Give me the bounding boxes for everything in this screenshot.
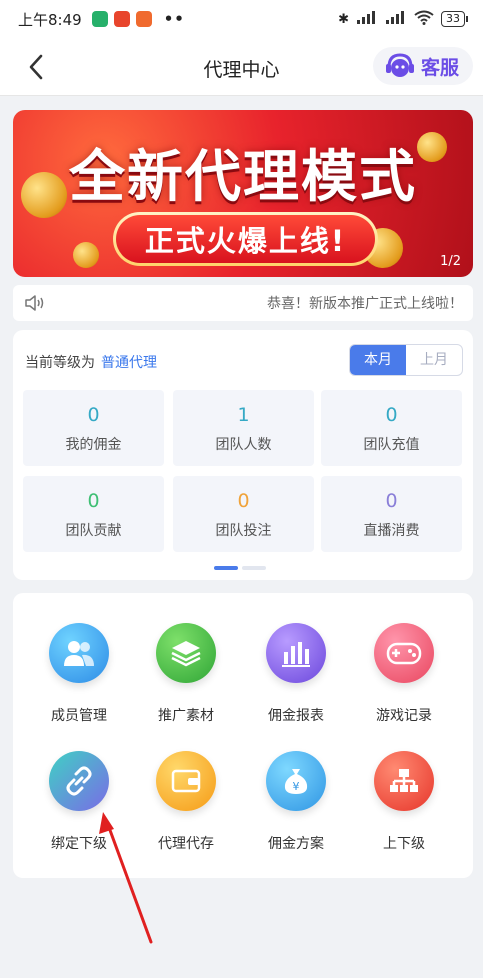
pager-dot <box>242 566 266 570</box>
message-app-icon <box>113 11 130 27</box>
shop-app-icon <box>135 11 152 27</box>
svg-text:¥: ¥ <box>293 780 300 793</box>
menu-label: 绑定下级 <box>51 836 107 852</box>
stats-card: 当前等级为 普通代理 本月 上月 0 我的佣金 1 团队人数 0 团队充值 0 团… <box>13 330 473 580</box>
menu-promo-materials[interactable]: 推广素材 <box>126 623 246 725</box>
period-toggle: 本月 上月 <box>349 344 463 376</box>
menu-agent-deposit[interactable]: 代理代存 <box>126 751 246 853</box>
gamepad-icon <box>374 623 434 683</box>
pager-dot-active <box>214 566 238 570</box>
menu-label: 佣金方案 <box>268 836 324 852</box>
banner-title: 全新代理模式 <box>69 145 417 210</box>
stat-label: 团队投注 <box>215 523 272 539</box>
signal-icon <box>356 10 378 28</box>
link-icon <box>49 751 109 811</box>
stat-my-commission[interactable]: 0 我的佣金 <box>23 390 164 466</box>
wifi-icon <box>414 10 434 29</box>
stat-label: 我的佣金 <box>65 437 122 453</box>
status-time: 上午8:49 <box>18 10 82 29</box>
stat-value: 0 <box>87 490 100 512</box>
stat-value: 1 <box>237 404 250 426</box>
menu-hierarchy[interactable]: 上下级 <box>344 751 464 853</box>
notice-bar[interactable]: 恭喜！新版本推广正式上线啦！ <box>13 285 473 321</box>
status-bar: 上午8:49 •• ✱ 33 <box>0 0 483 38</box>
banner-subtitle: 正式火爆上线! <box>116 215 375 263</box>
stat-label: 团队贡献 <box>65 523 122 539</box>
hierarchy-icon <box>374 751 434 811</box>
speaker-icon <box>25 295 44 311</box>
menu-label: 成员管理 <box>51 708 107 724</box>
more-notifications-icon: •• <box>163 10 185 28</box>
stat-value: 0 <box>237 490 250 512</box>
members-icon <box>49 623 109 683</box>
stat-label: 直播消费 <box>363 523 420 539</box>
stat-team-size[interactable]: 1 团队人数 <box>173 390 314 466</box>
headset-icon <box>386 53 414 77</box>
level-prefix: 当前等级为 <box>25 355 95 371</box>
stat-value: 0 <box>87 404 100 426</box>
navbar: 代理中心 客服 <box>0 38 483 96</box>
stat-team-contribution[interactable]: 0 团队贡献 <box>23 476 164 552</box>
layers-icon <box>156 623 216 683</box>
period-current-month[interactable]: 本月 <box>350 345 406 375</box>
bar-chart-icon <box>266 623 326 683</box>
menu-commission-report[interactable]: 佣金报表 <box>236 623 356 725</box>
stat-label: 团队人数 <box>215 437 272 453</box>
stat-label: 团队充值 <box>363 437 420 453</box>
menu-commission-plan[interactable]: ¥ 佣金方案 <box>236 751 356 853</box>
level-info: 当前等级为 普通代理 <box>25 352 157 372</box>
stat-value: 0 <box>385 490 398 512</box>
bluetooth-icon: ✱ <box>338 11 349 27</box>
coin-decoration-icon <box>73 242 99 268</box>
period-last-month[interactable]: 上月 <box>406 345 462 375</box>
menu-member-management[interactable]: 成员管理 <box>19 623 139 725</box>
menu-label: 游戏记录 <box>376 708 432 724</box>
level-value[interactable]: 普通代理 <box>101 355 157 371</box>
banner-page-indicator: 1/2 <box>440 254 461 269</box>
menu-bind-subordinate[interactable]: 绑定下级 <box>19 751 139 853</box>
shield-app-icon <box>91 11 108 27</box>
stats-pager <box>214 566 266 570</box>
notice-text: 恭喜！新版本推广正式上线啦！ <box>267 296 463 312</box>
menu-label: 上下级 <box>383 836 425 852</box>
wallet-icon <box>156 751 216 811</box>
customer-service-label: 客服 <box>421 56 460 79</box>
customer-service-button[interactable]: 客服 <box>373 47 473 85</box>
money-bag-icon: ¥ <box>266 751 326 811</box>
stat-team-recharge[interactable]: 0 团队充值 <box>321 390 462 466</box>
stat-live-spending[interactable]: 0 直播消费 <box>321 476 462 552</box>
battery-icon: 33 <box>441 11 468 27</box>
menu-label: 代理代存 <box>158 836 214 852</box>
stat-team-bets[interactable]: 0 团队投注 <box>173 476 314 552</box>
promo-banner[interactable]: 全新代理模式 正式火爆上线! 1/2 <box>13 110 473 277</box>
menu-label: 推广素材 <box>158 708 214 724</box>
stat-value: 0 <box>385 404 398 426</box>
signal-2-icon <box>385 10 407 28</box>
menu-game-records[interactable]: 游戏记录 <box>344 623 464 725</box>
menu-label: 佣金报表 <box>268 708 324 724</box>
feature-menu: 成员管理 推广素材 佣金报表 游戏记录 绑定下级 代理代存 ¥ 佣金方案 上下级 <box>13 593 473 878</box>
banner-subtitle-pill: 正式火爆上线! <box>113 212 378 266</box>
